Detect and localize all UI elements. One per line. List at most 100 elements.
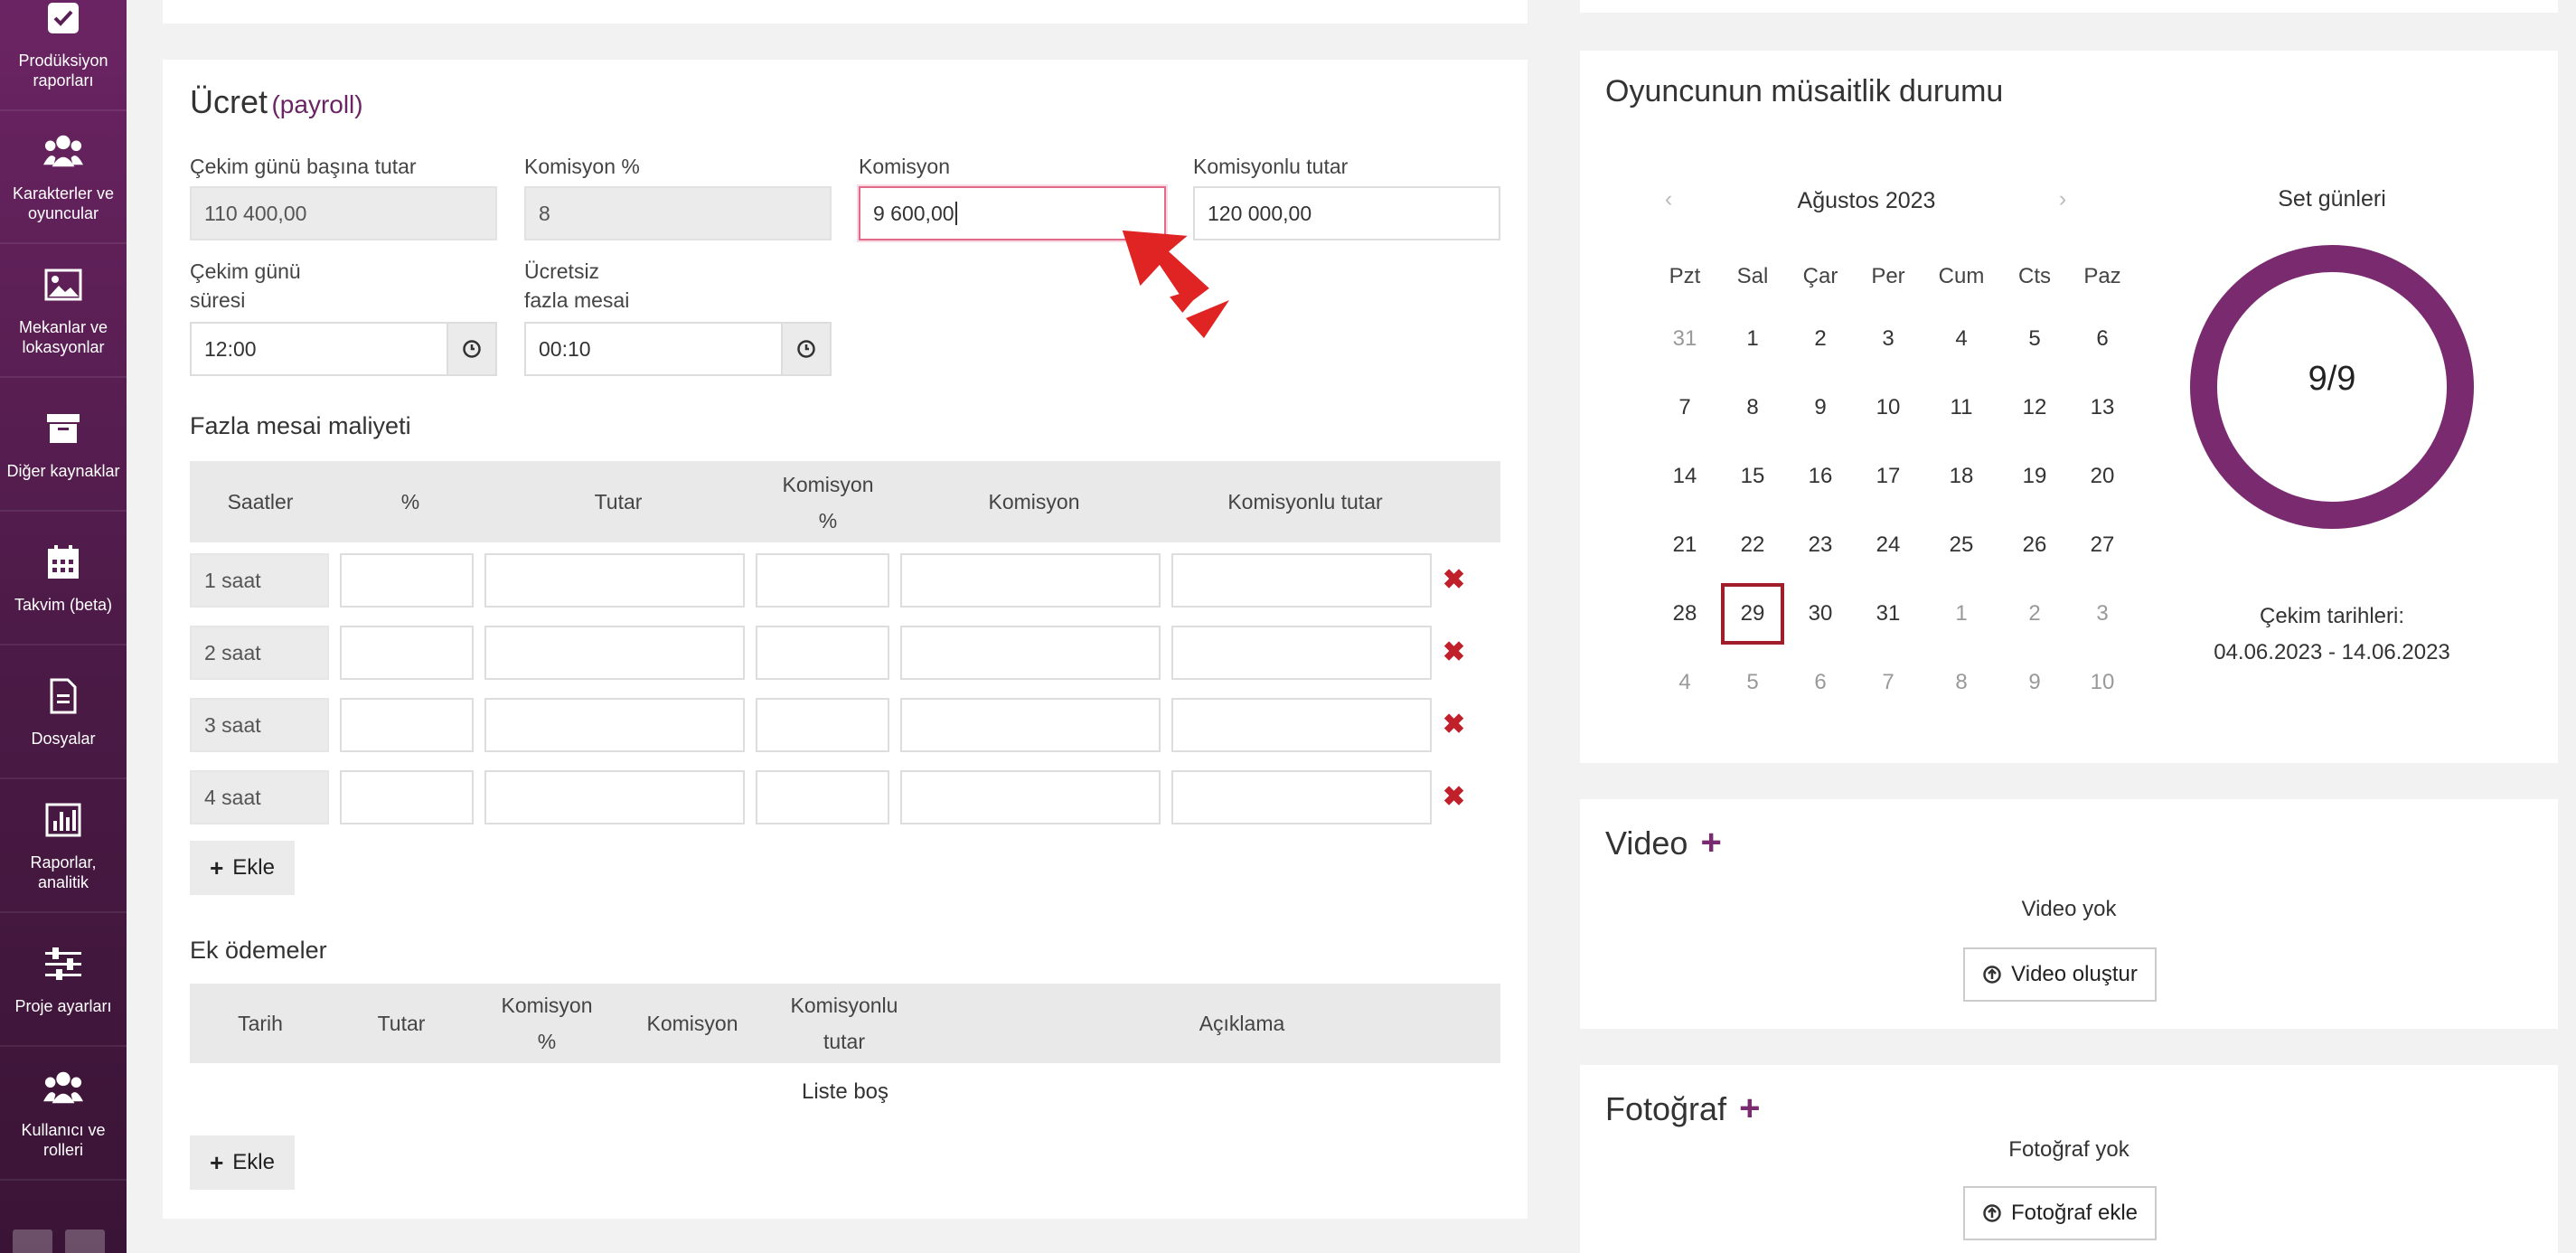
create-video-button[interactable]: Video oluştur [1963,947,2157,1002]
sidebar-item-characters[interactable]: Karakterler ve oyuncular [0,111,127,244]
sidebar-item-locations[interactable]: Mekanlar ve lokasyonlar [0,245,127,378]
overtime-pct-input[interactable] [340,770,474,824]
calendar-day[interactable]: 31 [1857,583,1920,645]
overtime-total-input[interactable] [1171,698,1432,752]
calendar-day[interactable]: 26 [2003,514,2066,576]
calendar-next-button[interactable]: › [2045,186,2081,212]
overtime-amount-input[interactable] [484,626,745,680]
delete-row-icon[interactable]: ✖ [1443,711,1465,739]
calendar-day[interactable]: 22 [1721,514,1784,576]
add-video-plus-icon[interactable]: + [1700,823,1721,863]
per-day-input[interactable]: 110 400,00 [190,186,497,240]
commission-pct-input[interactable]: 8 [524,186,832,240]
calendar-day[interactable]: 4 [1930,308,1993,370]
overtime-commission-pct-input[interactable] [756,626,889,680]
overtime-commission-input[interactable] [900,626,1161,680]
duration-clock-button[interactable] [447,322,497,376]
calendar-day[interactable]: 9 [2003,652,2066,713]
duration-input[interactable]: 12:00 [190,322,450,376]
overtime-add-button[interactable]: + Ekle [190,841,295,895]
add-photo-button[interactable]: Fotoğraf ekle [1963,1186,2157,1240]
overtime-commission-input[interactable] [900,770,1161,824]
calendar-day-today[interactable]: 29 [1721,583,1784,645]
total-label: Komisyonlu tutar [1193,155,1349,178]
add-photo-plus-icon[interactable]: + [1739,1088,1760,1129]
overtime-commission-input[interactable] [900,553,1161,608]
sidebar-item-calendar[interactable]: Takvim (beta) [0,513,127,645]
overtime-total-input[interactable] [1171,770,1432,824]
calendar-day[interactable]: 11 [1930,377,1993,438]
calendar-day[interactable]: 28 [1653,583,1716,645]
calendar-day[interactable]: 17 [1857,446,1920,507]
calendar-day[interactable]: 19 [2003,446,2066,507]
calendar-day[interactable]: 10 [1857,377,1920,438]
calendar-day[interactable]: 16 [1789,446,1852,507]
sidebar-item-project-settings[interactable]: Proje ayarları [0,914,127,1047]
commission-input-value: 9 600,00 [873,201,954,225]
video-header: Video + [1605,823,1722,863]
calendar-day[interactable]: 1 [1721,308,1784,370]
calendar-day[interactable]: 21 [1653,514,1716,576]
overtime-commission-pct-input[interactable] [756,770,889,824]
calendar-day[interactable]: 2 [2003,583,2066,645]
sidebar-item-other-resources[interactable]: Diğer kaynaklar [0,379,127,512]
overtime-amount-input[interactable] [484,698,745,752]
free-overtime-input[interactable]: 00:10 [524,322,785,376]
sidebar-item-label: Raporlar, analitik [30,853,97,891]
calendar-day[interactable]: 23 [1789,514,1852,576]
calendar-day[interactable]: 2 [1789,308,1852,370]
calendar-day[interactable]: 8 [1930,652,1993,713]
sidebar-item-files[interactable]: Dosyalar [0,646,127,779]
calendar-day-name: Cum [1938,264,1985,288]
calendar-day[interactable]: 25 [1930,514,1993,576]
calendar-day[interactable]: 14 [1653,446,1716,507]
calendar-day[interactable]: 9 [1789,377,1852,438]
overtime-commission-pct-input[interactable] [756,553,889,608]
calendar-day[interactable]: 27 [2071,514,2134,576]
calendar-day[interactable]: 4 [1653,652,1716,713]
delete-row-icon[interactable]: ✖ [1443,567,1465,594]
overtime-pct-input[interactable] [340,698,474,752]
delete-row-icon[interactable]: ✖ [1443,639,1465,666]
calendar-day[interactable]: 3 [2071,583,2134,645]
calendar-day[interactable]: 6 [2071,308,2134,370]
calendar-day[interactable]: 1 [1930,583,1993,645]
overtime-pct-input[interactable] [340,626,474,680]
extra-add-button[interactable]: + Ekle [190,1135,295,1190]
calendar-day[interactable]: 5 [2003,308,2066,370]
calendar-prev-button[interactable]: ‹ [1650,186,1687,212]
calendar-day[interactable]: 12 [2003,377,2066,438]
calendar-day[interactable]: 13 [2071,377,2134,438]
calendar-day[interactable]: 10 [2071,652,2134,713]
overtime-total-input[interactable] [1171,553,1432,608]
vk-icon[interactable] [13,1229,52,1253]
sidebar-item-production-reports[interactable]: Prodüksiyon raporları [0,0,127,111]
calendar-day[interactable]: 3 [1857,308,1920,370]
calendar-day[interactable]: 7 [1857,652,1920,713]
sidebar-item-label: Mekanlar ve lokasyonlar [18,317,108,356]
upload-icon [1983,1204,2001,1222]
overtime-commission-input[interactable] [900,698,1161,752]
overtime-commission-pct-input[interactable] [756,698,889,752]
sidebar-item-reports[interactable]: Raporlar, analitik [0,780,127,913]
overtime-amount-input[interactable] [484,770,745,824]
calendar-day[interactable]: 6 [1789,652,1852,713]
calendar-day[interactable]: 8 [1721,377,1784,438]
overtime-table-header: Saatler % Tutar Komisyon% Komisyon Komis… [190,461,1500,542]
overtime-total-input[interactable] [1171,626,1432,680]
calendar-day[interactable]: 7 [1653,377,1716,438]
calendar-day[interactable]: 5 [1721,652,1784,713]
calendar-day[interactable]: 15 [1721,446,1784,507]
sidebar-item-users-roles[interactable]: Kullanıcı ve rolleri [0,1048,127,1181]
overtime-amount-input[interactable] [484,553,745,608]
calendar-day[interactable]: 24 [1857,514,1920,576]
telegram-icon[interactable] [65,1229,105,1253]
overtime-pct-input[interactable] [340,553,474,608]
calendar-day[interactable]: 30 [1789,583,1852,645]
free-overtime-clock-button[interactable] [781,322,832,376]
calendar-day-name: Pzt [1669,264,1701,288]
calendar-day[interactable]: 31 [1653,308,1716,370]
calendar-day[interactable]: 20 [2071,446,2134,507]
delete-row-icon[interactable]: ✖ [1443,784,1465,811]
calendar-day[interactable]: 18 [1930,446,1993,507]
